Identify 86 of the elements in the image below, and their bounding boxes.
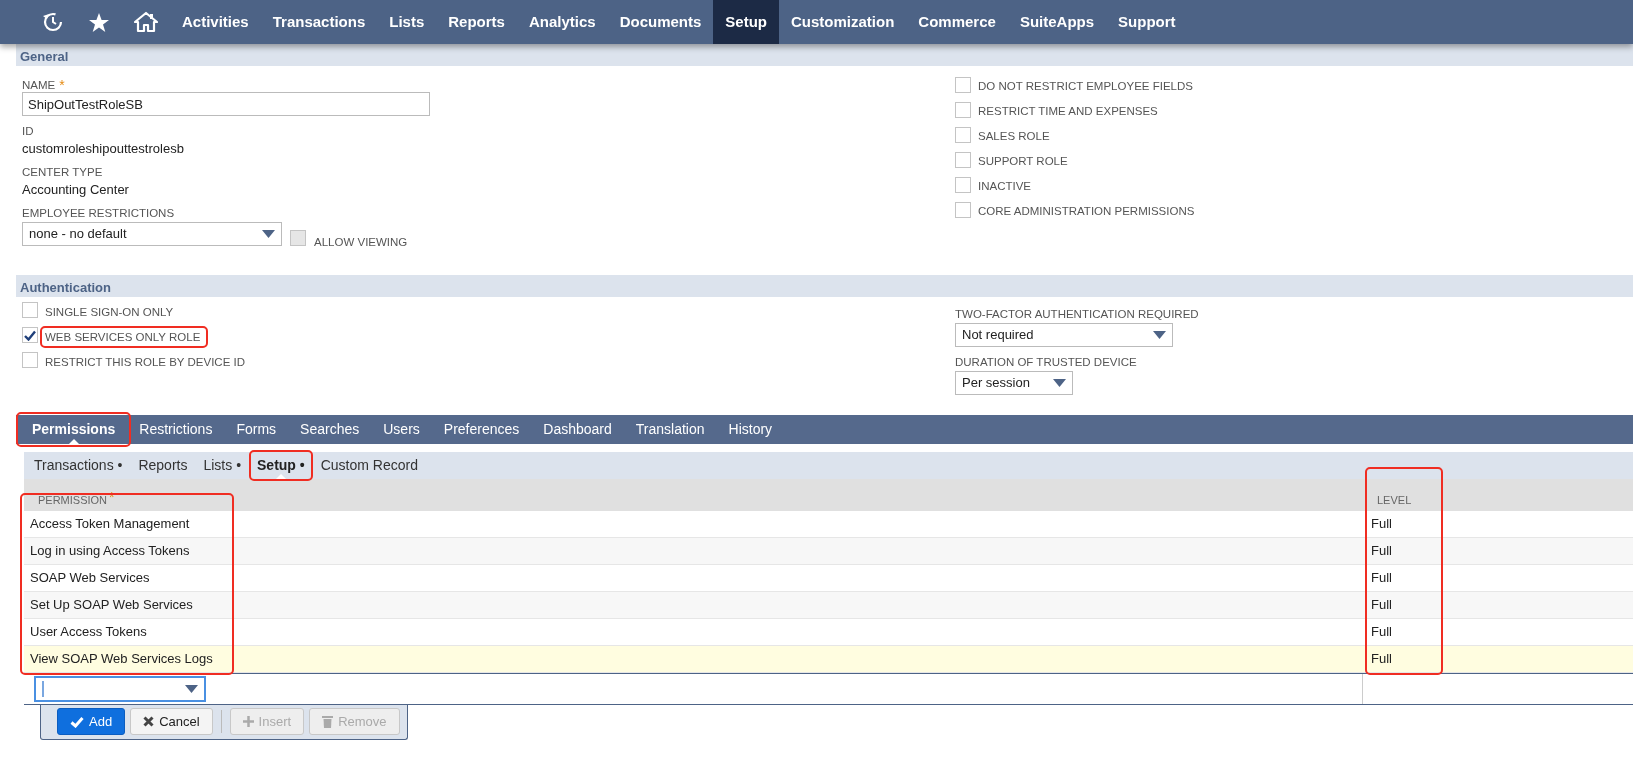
checkbox[interactable] — [955, 152, 971, 168]
nav-menu-item[interactable]: Documents — [607, 0, 714, 44]
table-cell: Set Up SOAP Web Services — [24, 592, 1363, 619]
subtab[interactable]: Reports — [130, 452, 196, 479]
nav-menu-item[interactable]: Lists — [377, 0, 437, 44]
tab[interactable]: Forms — [224, 415, 289, 444]
checkbox-label: RESTRICT THIS ROLE BY DEVICE ID — [44, 355, 247, 370]
history-icon[interactable] — [42, 11, 64, 33]
home-icon[interactable] — [134, 11, 158, 33]
dropdown-field[interactable]: none - no default — [22, 222, 282, 246]
nav-menu-item[interactable]: Analytics — [516, 0, 608, 44]
checkbox[interactable] — [955, 102, 971, 118]
toolbar-button[interactable]: Add — [57, 708, 126, 735]
tab[interactable]: Preferences — [431, 415, 532, 444]
field-label: TWO-FACTOR AUTHENTICATION REQUIRED — [955, 307, 1199, 321]
subtab[interactable]: Transactions • — [26, 452, 131, 479]
dropdown-value: Not required — [962, 326, 1034, 345]
field-label: NAME — [22, 78, 56, 92]
field-label: EMPLOYEE RESTRICTIONS — [22, 206, 175, 220]
dropdown-value: none - no default — [29, 225, 127, 244]
subtab[interactable]: Lists • — [195, 452, 250, 479]
permission-dropdown-field[interactable] — [34, 676, 206, 702]
nav-menu-item[interactable]: Reports — [436, 0, 517, 44]
checkbox[interactable] — [22, 327, 38, 343]
dropdown-arrow-icon — [185, 685, 198, 693]
section-header: Authentication — [16, 275, 1633, 297]
checkbox-label: SINGLE SIGN-ON ONLY — [44, 305, 175, 320]
trash-icon — [322, 715, 334, 728]
checkbox[interactable] — [955, 127, 971, 143]
checkbox-label: WEB SERVICES ONLY ROLE — [40, 326, 209, 348]
checkmark-icon — [24, 329, 36, 341]
dropdown-arrow-icon — [262, 230, 275, 238]
plus-icon — [242, 716, 254, 727]
required-mark: * — [59, 78, 65, 92]
dropdown-arrow-icon — [1153, 331, 1166, 339]
tab[interactable]: Dashboard — [531, 415, 624, 444]
nav-menu-item[interactable]: Customization — [779, 0, 907, 44]
checkbox-label: SALES ROLE — [978, 130, 1050, 143]
dropdown-value: Per session — [962, 374, 1030, 393]
checkbox[interactable] — [22, 302, 38, 318]
column-header-label: PERMISSION — [38, 492, 108, 508]
dropdown-field[interactable]: Not required — [955, 323, 1173, 347]
tab[interactable]: Restrictions — [127, 415, 225, 444]
checkbox-label: INACTIVE — [978, 180, 1032, 193]
checkmark-icon — [70, 715, 84, 728]
tab[interactable]: Searches — [288, 415, 372, 444]
checkbox[interactable] — [955, 202, 971, 218]
nav-menu-item[interactable]: Transactions — [260, 0, 378, 44]
checkbox-label: SUPPORT ROLE — [978, 155, 1068, 168]
field-value: Accounting Center — [22, 181, 130, 198]
field-label: ID — [22, 124, 34, 138]
checkbox-label: RESTRICT TIME AND EXPENSES — [978, 105, 1158, 118]
checkbox[interactable] — [955, 177, 971, 193]
dropdown-arrow-icon — [1053, 379, 1066, 387]
close-icon — [143, 716, 155, 727]
column-header-label: LEVEL — [1377, 492, 1412, 508]
name-input-field[interactable]: ShipOutTestRoleSB — [22, 92, 430, 116]
checkbox-label: ALLOW VIEWING — [314, 236, 408, 249]
table-cell: Full — [1363, 592, 1633, 619]
tab[interactable]: Translation — [623, 415, 717, 444]
tab[interactable]: History — [716, 415, 785, 444]
subtab[interactable]: Custom Record — [312, 452, 426, 479]
tab[interactable]: Users — [371, 415, 432, 444]
section-header: General — [16, 44, 1633, 66]
checkbox[interactable] — [22, 352, 38, 368]
subtab[interactable]: Setup • — [249, 452, 313, 479]
checkbox-label: CORE ADMINISTRATION PERMISSIONS — [978, 205, 1195, 218]
nav-menu-item[interactable]: Activities — [170, 0, 261, 44]
checkbox[interactable] — [955, 77, 971, 93]
field-label: DURATION OF TRUSTED DEVICE — [955, 355, 1138, 369]
nav-menu-item[interactable]: SuiteApps — [1007, 0, 1107, 44]
table-cell: Full — [1363, 538, 1633, 565]
star-icon[interactable] — [88, 11, 110, 33]
nav-menu-item[interactable]: Support — [1106, 0, 1188, 44]
field-label: CENTER TYPE — [22, 165, 103, 179]
toolbar-button[interactable]: Cancel — [130, 708, 213, 735]
tab[interactable]: Permissions — [20, 415, 128, 444]
nav-menu-item[interactable]: Commerce — [906, 0, 1008, 44]
field-value: customroleshipouttestrolesb — [22, 140, 185, 157]
table-cell: View SOAP Web Services Logs — [24, 646, 1363, 673]
dropdown-field[interactable]: Per session — [955, 371, 1073, 395]
table-cell: Full — [1363, 646, 1633, 673]
nav-menu-item[interactable]: Setup — [713, 0, 779, 44]
text-cursor-icon — [42, 681, 44, 697]
checkbox-label: DO NOT RESTRICT EMPLOYEE FIELDS — [978, 80, 1193, 93]
table-cell: Log in using Access Tokens — [24, 538, 1363, 565]
